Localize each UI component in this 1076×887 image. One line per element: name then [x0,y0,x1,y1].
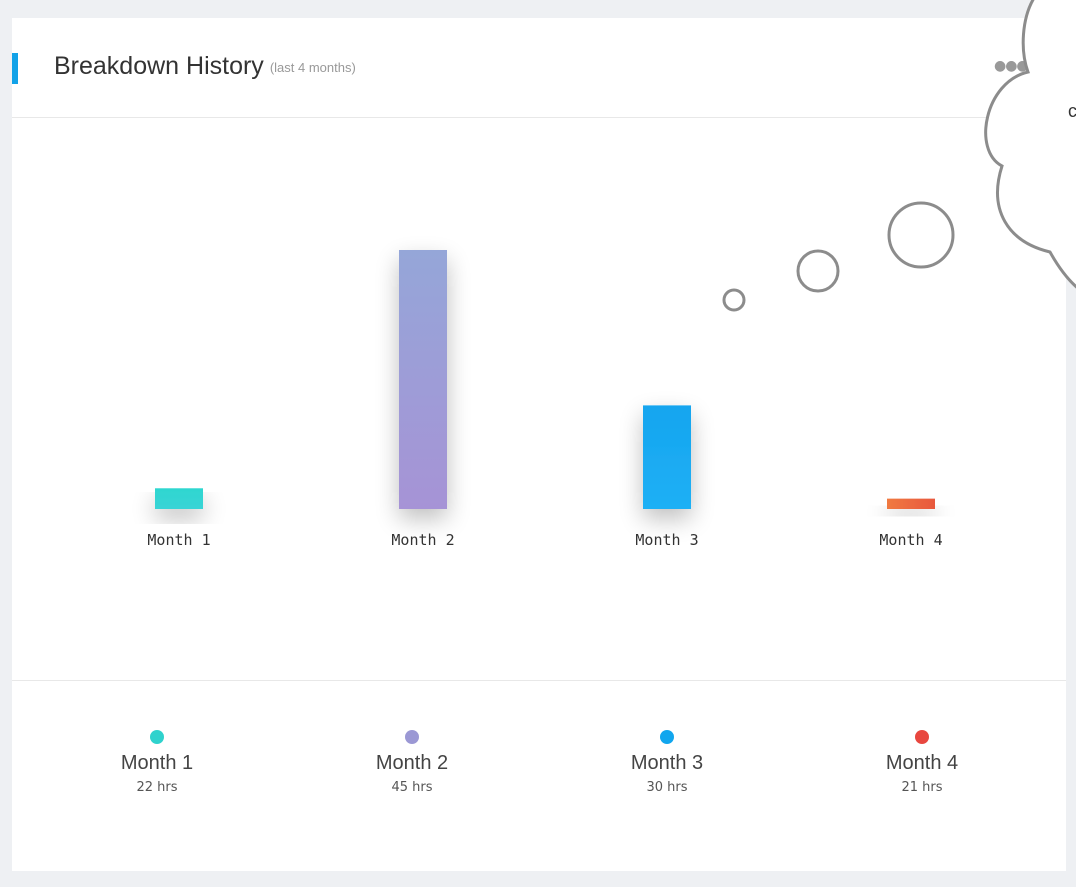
thought-text: c [1068,101,1076,121]
thought-cloud [984,0,1076,289]
thought-bubble: c [722,0,1076,312]
thought-dot-small [722,288,746,312]
thought-dot-large [887,201,955,269]
thought-dot-medium [796,249,840,293]
